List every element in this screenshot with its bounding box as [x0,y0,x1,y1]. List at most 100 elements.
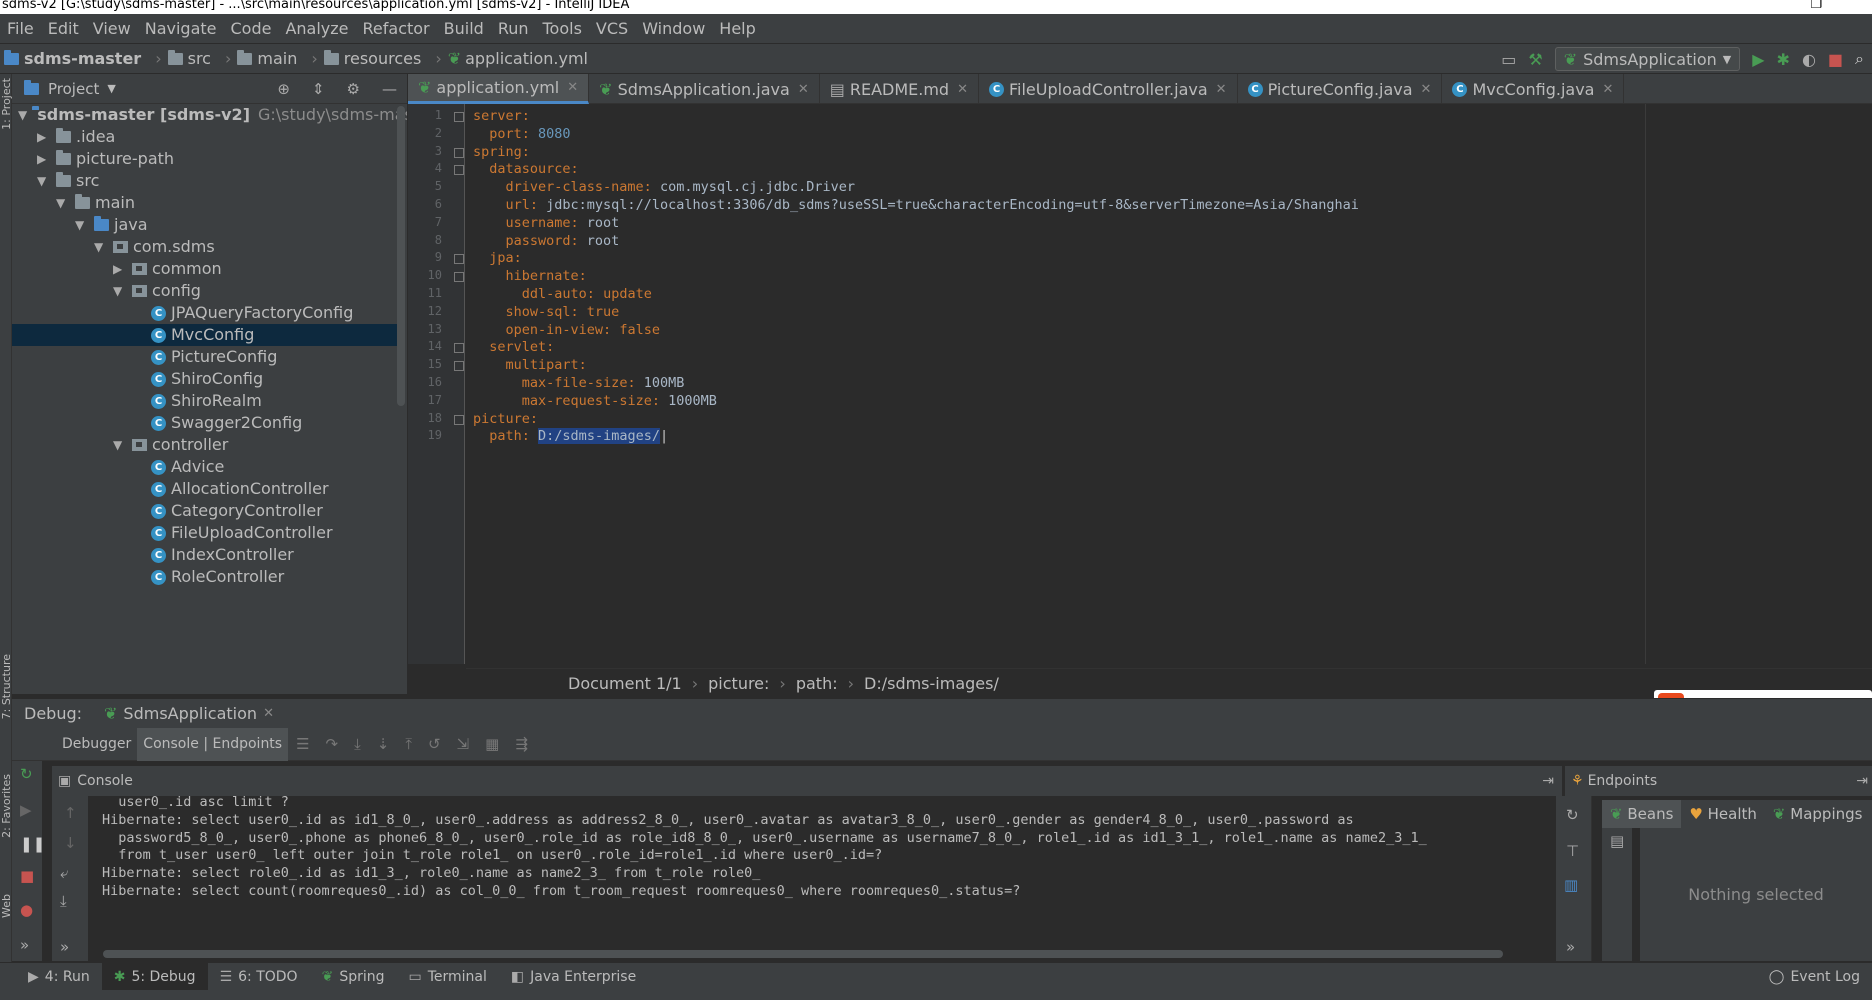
menu-vcs[interactable]: VCS [589,19,635,38]
editor-tab[interactable]: ❦ application.yml ✕ [408,74,590,104]
fold-marker-icon[interactable] [454,272,464,283]
diagram-icon[interactable]: ▥ [1564,876,1578,894]
expand-icon[interactable]: » [1566,938,1575,956]
close-icon[interactable]: ✕ [1216,82,1227,97]
soft-wrap-icon[interactable]: ⤶ [60,864,68,882]
breadcrumb-item[interactable]: › resources [305,49,421,68]
stop-icon[interactable]: ■ [1828,50,1843,69]
pin-icon[interactable]: ⇥ [1856,773,1872,789]
menu-file[interactable]: File [0,19,41,38]
project-tree-item[interactable]: C Advice [12,456,397,478]
fold-marker-icon[interactable] [454,112,464,122]
run-config-select[interactable]: ❦ SdmsApplication ▼ [1554,47,1741,71]
fold-marker-icon[interactable] [454,165,464,176]
locate-target-icon[interactable]: ⊕ [277,80,290,98]
chevron-down-icon[interactable]: ▼ [107,82,115,95]
drop-frame-icon[interactable]: ↺ [428,735,441,753]
editor-tab[interactable]: ▤ README.md ✕ [820,74,979,104]
fold-marker-icon[interactable] [454,361,464,372]
stop-icon[interactable]: ■ [20,867,34,885]
tab-mappings[interactable]: ❦ Mappings [1765,800,1871,828]
menu-run[interactable]: Run [491,19,536,38]
tool-tab[interactable]: ▭ Terminal [397,963,499,991]
collapse-arrow-icon[interactable]: ▶ [113,258,127,280]
close-icon[interactable]: ✕ [263,706,274,721]
editor-breadcrumb-item[interactable]: D:/sdms-images/ [864,674,999,693]
tool-tab[interactable]: ▶ 4: Run [16,963,102,991]
tool-tab[interactable]: ✱ 5: Debug [101,962,208,991]
scroll-to-end-icon[interactable]: ⤓ [60,892,67,910]
fold-marker-icon[interactable] [454,414,464,425]
trace-icon[interactable]: ⇶ [515,735,528,753]
run-to-cursor-icon[interactable]: ⇲ [457,735,470,753]
expand-arrow-icon[interactable]: ▼ [75,214,89,236]
breakpoints-icon[interactable]: ● [20,901,33,919]
menu-window[interactable]: Window [635,19,712,38]
project-structure-icon[interactable]: ▭ [1501,50,1516,69]
coverage-icon[interactable]: ◐ [1802,50,1816,69]
breadcrumb-item[interactable]: › ❦ application.yml [429,49,588,68]
endpoints-title[interactable]: Endpoints [1588,773,1658,789]
menu-build[interactable]: Build [437,19,491,38]
editor-tab[interactable]: C FileUploadController.java ✕ [979,74,1238,104]
force-step-into-icon[interactable]: ⇣ [377,735,390,753]
project-panel-title[interactable]: Project [48,80,99,98]
close-icon[interactable]: ✕ [1421,82,1432,97]
project-tree-scrollbar[interactable] [397,106,405,406]
console-output[interactable]: user0_.id asc limit ? Hibernate: select u… [90,796,1556,961]
project-tree-item[interactable]: ▶ .idea [12,126,397,148]
project-tree-item[interactable]: C PictureConfig [12,346,397,368]
fold-marker-icon[interactable] [454,254,464,265]
tool-tab[interactable]: ❦ Spring [310,963,397,991]
code-editor[interactable]: server: port: 8080 spring: datasource: dr… [466,104,1872,664]
menu-help[interactable]: Help [712,19,762,38]
breadcrumb-item[interactable]: › src [149,49,211,68]
breadcrumb-item[interactable]: › main [219,49,297,68]
close-icon[interactable]: ✕ [957,82,968,97]
project-tree-item[interactable]: ▼ sdms-master [sdms-v2] G:\study\sdms-mast… [12,104,407,126]
project-tree-item[interactable]: ▶ picture-path [12,148,397,170]
menu-code[interactable]: Code [224,19,279,38]
menu-navigate[interactable]: Navigate [138,19,224,38]
project-tree-item[interactable]: C ShiroConfig [12,368,397,390]
rerun-icon[interactable]: ↻ [20,765,33,783]
threads-icon[interactable]: ☰ [296,735,309,753]
menu-view[interactable]: View [86,19,138,38]
step-into-icon[interactable]: ⤓ [354,735,361,753]
console-horizontal-scrollbar[interactable] [103,950,1503,958]
project-tree-item[interactable]: ▼ controller [12,434,397,456]
project-tree-item[interactable]: C ShiroRealm [12,390,397,412]
close-icon[interactable]: ✕ [1602,82,1613,97]
close-icon[interactable]: ✕ [798,82,809,97]
gear-icon[interactable]: ⚙ [347,80,360,98]
filter-icon[interactable]: ⊤ [1566,842,1579,860]
project-tree-item[interactable]: C IndexController [12,544,397,566]
menu-tools[interactable]: Tools [536,19,589,38]
menu-edit[interactable]: Edit [41,19,86,38]
editor-breadcrumb-item[interactable]: picture: [708,674,769,693]
console-title[interactable]: Console [77,773,133,789]
editor-breadcrumb-item[interactable]: Document 1/1 [568,674,682,693]
menu-analyze[interactable]: Analyze [278,19,355,38]
project-tree-item[interactable]: ▼ main [12,192,397,214]
search-icon[interactable]: ⌕ [1855,49,1864,69]
window-restore-button[interactable]: ❐ [1810,0,1822,11]
project-tree-item[interactable]: ▼ com.sdms [12,236,397,258]
collapse-all-icon[interactable]: ⇕ [312,80,325,98]
pause-icon[interactable]: ❚❚ [20,835,45,853]
project-tree-item[interactable]: C JPAQueryFactoryConfig [12,302,397,324]
editor-tab[interactable]: C MvcConfig.java ✕ [1442,74,1625,104]
expand-arrow-icon[interactable]: ▼ [94,236,108,258]
refresh-icon[interactable]: ↻ [1566,806,1579,824]
fold-marker-icon[interactable] [454,343,464,354]
project-tree-item[interactable]: C Swagger2Config [12,412,397,434]
project-tree-item[interactable]: C CategoryController [12,500,397,522]
debug-session-tab[interactable]: ❦ SdmsApplication ✕ [104,704,274,723]
project-tree-item[interactable]: C RoleController [12,566,397,588]
project-tree-item[interactable]: C AllocationController [12,478,397,500]
evaluate-icon[interactable]: ▦ [485,735,499,753]
file-icon[interactable]: ▤ [1610,832,1624,850]
tool-tab[interactable]: ☰ 6: TODO [208,963,310,991]
expand-icon[interactable]: » [60,938,69,956]
resume-icon[interactable]: ▶ [20,801,32,819]
